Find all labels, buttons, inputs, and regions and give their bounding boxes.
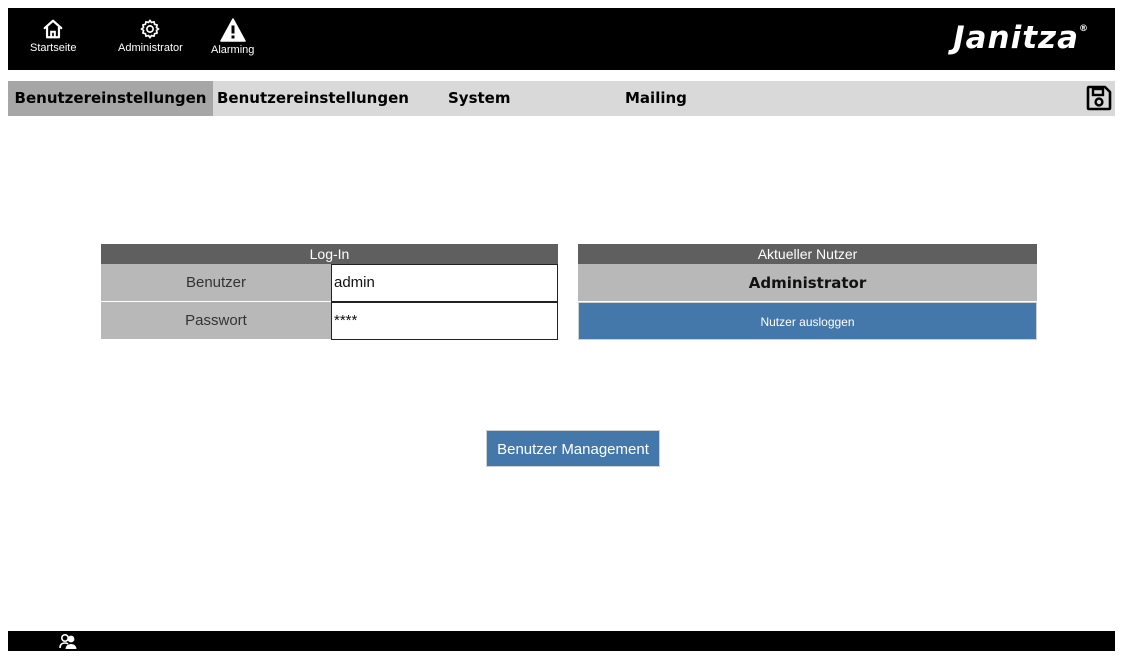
login-panel-header: Log-In <box>101 244 558 264</box>
tab-benutzereinstellungen-active[interactable]: Benutzereinstellungen <box>8 81 213 116</box>
nav-alarming-button[interactable]: Alarming <box>211 18 254 56</box>
janitza-logo: Janitza® <box>953 20 1089 56</box>
tab-mailing[interactable]: Mailing <box>625 81 687 116</box>
user-row: Benutzer admin <box>101 264 558 302</box>
home-icon <box>43 19 63 39</box>
nav-startseite-button[interactable]: Startseite <box>30 18 76 54</box>
logo-text: Janitza <box>953 20 1079 56</box>
nav-administrator-label: Administrator <box>118 42 183 54</box>
logo-registered-mark: ® <box>1079 23 1089 34</box>
app-frame: Startseite Administrator Alarming Janitz… <box>8 8 1115 651</box>
bottom-bar <box>8 631 1115 651</box>
password-input[interactable]: **** <box>331 302 558 340</box>
gear-icon <box>140 19 160 39</box>
user-input[interactable]: admin <box>331 264 558 302</box>
nav-administrator-button[interactable]: Administrator <box>118 18 183 54</box>
current-user-name: Administrator <box>578 264 1037 302</box>
logout-button[interactable]: Nutzer ausloggen <box>578 302 1037 340</box>
warning-icon <box>219 18 246 42</box>
tab-system[interactable]: System <box>448 81 510 116</box>
save-icon[interactable] <box>1085 84 1113 112</box>
users-icon[interactable] <box>58 633 80 649</box>
tab-bar: Benutzereinstellungen Benutzereinstellun… <box>8 81 1115 116</box>
user-management-button[interactable]: Benutzer Management <box>486 430 660 467</box>
password-row: Passwort **** <box>101 302 558 340</box>
nav-startseite-label: Startseite <box>30 42 77 54</box>
login-panel: Log-In Benutzer admin Passwort **** <box>101 244 558 340</box>
top-bar: Startseite Administrator Alarming Janitz… <box>8 8 1115 70</box>
password-label: Passwort <box>101 302 331 340</box>
nav-alarming-label: Alarming <box>211 44 255 56</box>
tab-benutzereinstellungen[interactable]: Benutzereinstellungen <box>217 81 409 116</box>
current-user-panel: Aktueller Nutzer Administrator Nutzer au… <box>578 244 1037 340</box>
user-label: Benutzer <box>101 264 331 302</box>
current-user-header: Aktueller Nutzer <box>578 244 1037 264</box>
